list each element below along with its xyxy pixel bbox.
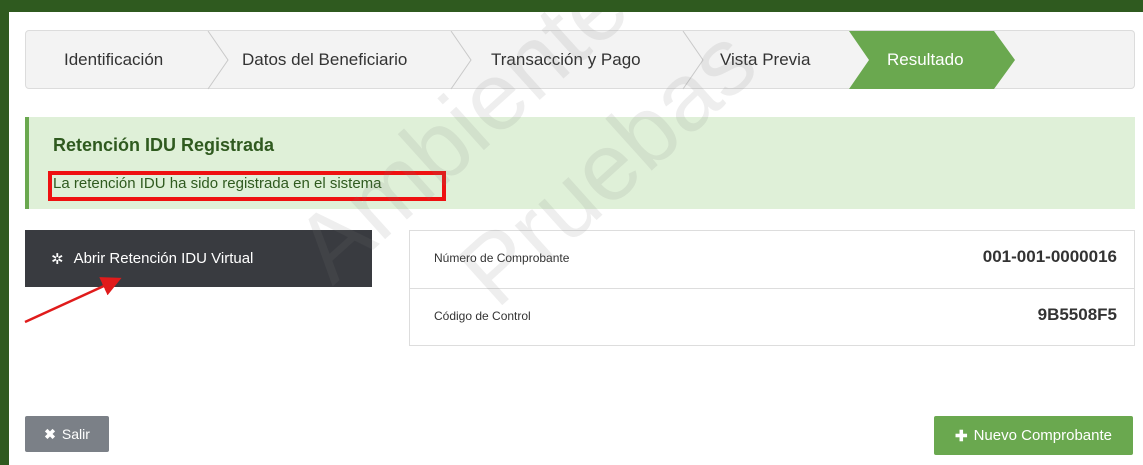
info-row-codigo: Código de Control 9B5508F5 <box>410 288 1134 345</box>
info-value: 9B5508F5 <box>1037 305 1117 324</box>
step-datos-beneficiario[interactable]: Datos del Beneficiario <box>242 31 407 88</box>
success-alert: Retención IDU Registrada La retención ID… <box>25 117 1135 209</box>
step-vista-previa[interactable]: Vista Previa <box>720 31 810 88</box>
open-virtual-retention-button[interactable]: ✲ Abrir Retención IDU Virtual <box>25 230 372 287</box>
gear-icon: ✲ <box>51 250 64 268</box>
new-voucher-label: Nuevo Comprobante <box>973 427 1112 444</box>
step-identificacion[interactable]: Identificación <box>64 31 163 88</box>
plus-icon: ✚ <box>955 427 968 445</box>
info-label: Número de Comprobante <box>434 251 570 265</box>
step-transaccion-pago[interactable]: Transacción y Pago <box>491 31 641 88</box>
alert-message: La retención IDU ha sido registrada en e… <box>53 175 382 192</box>
info-value: 001-001-0000016 <box>982 247 1117 266</box>
step-resultado[interactable]: Resultado <box>887 31 964 88</box>
info-row-numero: Número de Comprobante 001-001-0000016 <box>410 231 1134 288</box>
new-voucher-button[interactable]: ✚ Nuevo Comprobante <box>934 416 1133 455</box>
wizard-steps: Identificación Datos del Beneficiario Tr… <box>25 30 1135 90</box>
exit-button[interactable]: ✖ Salir <box>25 416 109 452</box>
open-virtual-retention-label: Abrir Retención IDU Virtual <box>73 250 254 267</box>
exit-button-label: Salir <box>61 426 90 442</box>
close-icon: ✖ <box>44 425 56 442</box>
voucher-info-table: Número de Comprobante 001-001-0000016 Có… <box>409 230 1135 346</box>
info-label: Código de Control <box>434 309 531 323</box>
page-frame: Identificación Datos del Beneficiario Tr… <box>9 12 1143 465</box>
alert-title: Retención IDU Registrada <box>53 135 275 155</box>
